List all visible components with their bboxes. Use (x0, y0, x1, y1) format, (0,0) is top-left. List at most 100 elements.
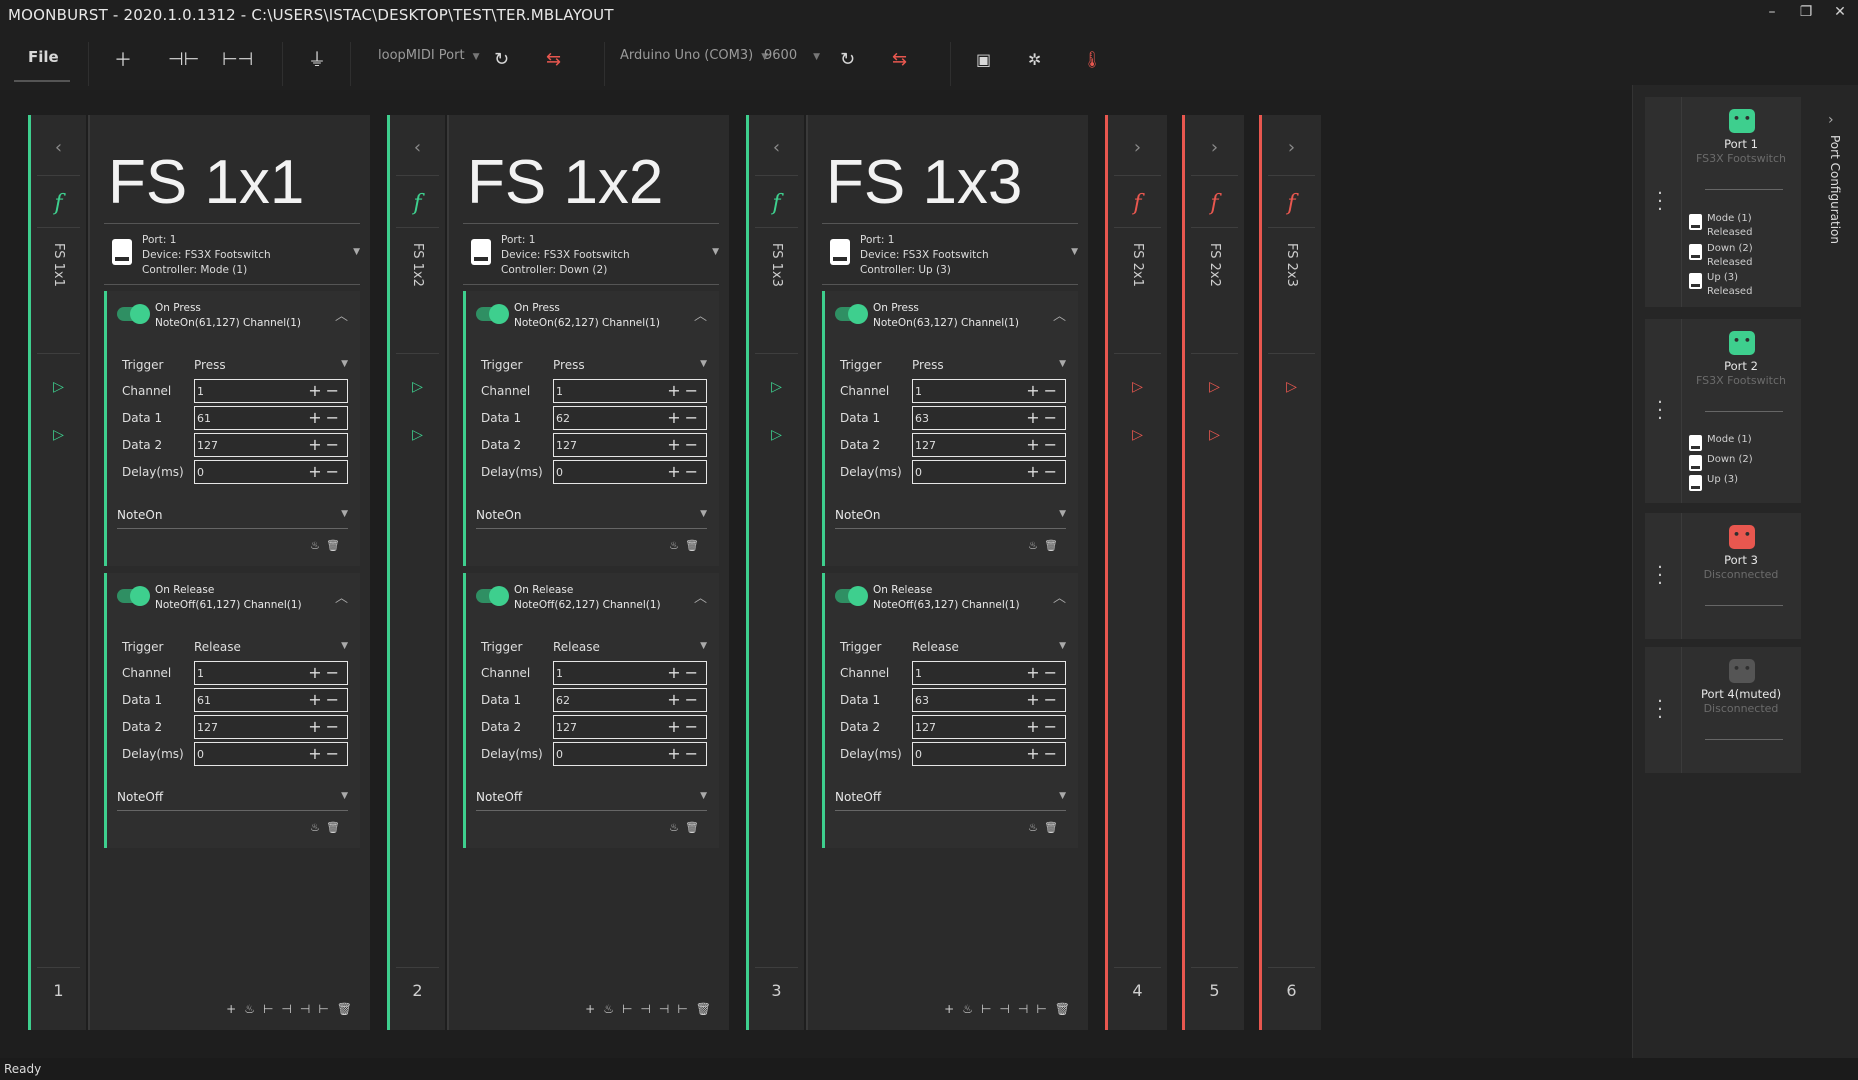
add-icon[interactable]: + (585, 1002, 603, 1016)
chevron-left-icon[interactable]: ‹ (31, 137, 86, 158)
split-icon[interactable]: ⊣⊢ (659, 1002, 696, 1016)
more-vertical-icon[interactable]: · · · (1655, 185, 1665, 219)
action-tools[interactable]: ♨🗑 (669, 821, 705, 834)
fire-icon[interactable]: ♨ (1028, 821, 1044, 834)
play-release-icon[interactable]: ▷ (749, 427, 804, 443)
fire-icon[interactable]: ♨ (244, 1002, 263, 1016)
trash-icon[interactable]: 🗑 (685, 821, 705, 834)
fire-icon[interactable]: ♨ (310, 539, 326, 552)
strip-fs-2x1[interactable]: › f FS 2x1 ▷ ▷ 4 (1105, 115, 1167, 1030)
action-tools[interactable]: ♨🗑 (310, 821, 346, 834)
data1-input[interactable]: 63 +− (912, 406, 1066, 430)
device-select[interactable]: Port: 1 Device: FS3X Footswitch Controller… (822, 231, 1078, 285)
trigger-select[interactable]: Release ▼ (553, 635, 707, 659)
play-press-icon[interactable]: ▷ (749, 379, 804, 395)
plus-minus-icon[interactable]: +− (667, 690, 702, 709)
trash-icon[interactable]: 🗑 (326, 821, 346, 834)
split-icon[interactable]: ⊣⊢ (300, 1002, 337, 1016)
port-configuration-tab[interactable]: Port Configuration (1828, 135, 1842, 244)
plus-minus-icon[interactable]: +− (308, 690, 343, 709)
enable-toggle[interactable] (117, 304, 150, 324)
trigger-select[interactable]: Press ▼ (194, 353, 348, 377)
fire-icon[interactable]: ♨ (962, 1002, 981, 1016)
fit-width-icon[interactable]: ⊢⊣ (263, 1002, 300, 1016)
play-release-icon[interactable]: ▷ (390, 427, 445, 443)
trash-icon[interactable]: 🗑 (337, 1002, 360, 1016)
channel-input[interactable]: 1 +− (553, 661, 707, 685)
plus-minus-icon[interactable]: +− (667, 381, 702, 400)
data2-input[interactable]: 127 +− (553, 433, 707, 457)
channel-input[interactable]: 1 +− (194, 661, 348, 685)
action-tools[interactable]: ♨🗑 (669, 539, 705, 552)
chevron-left-icon[interactable]: ‹ (749, 137, 804, 158)
trigger-select[interactable]: Press ▼ (912, 353, 1066, 377)
add-icon[interactable]: + (944, 1002, 962, 1016)
plus-minus-icon[interactable]: +− (667, 663, 702, 682)
play-press-icon[interactable]: ▷ (1108, 379, 1167, 395)
trash-icon[interactable]: 🗑 (1044, 821, 1064, 834)
trigger-select[interactable]: Release ▼ (194, 635, 348, 659)
panel-footer-tools[interactable]: +♨⊢⊣⊣⊢🗑 (585, 1002, 719, 1016)
play-release-icon[interactable]: ▷ (1108, 427, 1167, 443)
message-type-select[interactable]: NoteOff ▼ (476, 785, 707, 811)
collapse-icon[interactable]: ︿ (694, 587, 707, 606)
collapse-icon[interactable]: ︿ (1053, 305, 1066, 324)
message-type-select[interactable]: NoteOn ▼ (835, 503, 1066, 529)
refresh-icon[interactable]: ↻ (494, 46, 509, 72)
plus-minus-icon[interactable]: +− (1026, 717, 1061, 736)
channel-input[interactable]: 1 +− (553, 379, 707, 403)
action-tools[interactable]: ♨🗑 (1028, 821, 1064, 834)
collapse-icon[interactable]: ︿ (694, 305, 707, 324)
port-card-4[interactable]: ··· Port 4(muted) Disconnected (1645, 647, 1801, 773)
plus-minus-icon[interactable]: +− (1026, 663, 1061, 682)
plus-minus-icon[interactable]: +− (1026, 435, 1061, 454)
add-icon[interactable]: + (226, 1002, 244, 1016)
port-card-3[interactable]: ··· Port 3 Disconnected (1645, 513, 1801, 639)
enable-toggle[interactable] (835, 304, 868, 324)
plus-minus-icon[interactable]: +− (308, 663, 343, 682)
port-card-2[interactable]: ··· Port 2 FS3X Footswitch Mode (1) Down… (1645, 319, 1801, 503)
split-icon[interactable]: ⊣⊢ (1018, 1002, 1055, 1016)
play-press-icon[interactable]: ▷ (1185, 379, 1244, 395)
message-type-select[interactable]: NoteOn ▼ (117, 503, 348, 529)
plus-minus-icon[interactable]: +− (308, 381, 343, 400)
delay-input[interactable]: 0 +− (553, 460, 707, 484)
data2-input[interactable]: 127 +− (194, 433, 348, 457)
strip-fs-2x3[interactable]: › f FS 2x3 ▷ 6 (1259, 115, 1321, 1030)
collapse-icon[interactable]: ︿ (1053, 587, 1066, 606)
message-type-select[interactable]: NoteOn ▼ (476, 503, 707, 529)
collapse-icon[interactable]: ︿ (335, 587, 348, 606)
plus-minus-icon[interactable]: +− (667, 408, 702, 427)
plus-minus-icon[interactable]: +− (308, 435, 343, 454)
enable-toggle[interactable] (476, 586, 509, 606)
fire-icon[interactable]: ♨ (669, 539, 685, 552)
close-button[interactable]: ✕ (1828, 4, 1852, 20)
panel-footer-tools[interactable]: +♨⊢⊣⊣⊢🗑 (944, 1002, 1078, 1016)
action-tools[interactable]: ♨🗑 (1028, 539, 1064, 552)
more-vertical-icon[interactable]: · · · (1655, 693, 1665, 727)
swap-icon[interactable]: ⇆ (892, 46, 907, 72)
enable-toggle[interactable] (835, 586, 868, 606)
enable-toggle[interactable] (476, 304, 509, 324)
fire-icon[interactable]: ♨ (603, 1002, 622, 1016)
chevron-left-icon[interactable]: ‹ (390, 137, 445, 158)
channel-input[interactable]: 1 +− (912, 661, 1066, 685)
device-select[interactable]: Port: 1 Device: FS3X Footswitch Controller… (463, 231, 719, 285)
fit-width-icon[interactable]: ⊢⊣ (222, 46, 253, 72)
message-type-select[interactable]: NoteOff ▼ (117, 785, 348, 811)
delay-input[interactable]: 0 +− (912, 742, 1066, 766)
channel-input[interactable]: 1 +− (194, 379, 348, 403)
plus-minus-icon[interactable]: +− (308, 717, 343, 736)
play-press-icon[interactable]: ▷ (390, 379, 445, 395)
data1-input[interactable]: 62 +− (553, 688, 707, 712)
data1-input[interactable]: 62 +− (553, 406, 707, 430)
plus-minus-icon[interactable]: +− (667, 744, 702, 763)
trash-icon[interactable]: 🗑 (685, 539, 705, 552)
thermometer-icon[interactable]: 🌡 (1082, 46, 1102, 72)
chevron-right-icon[interactable]: › (1828, 112, 1834, 128)
plus-minus-icon[interactable]: +− (1026, 408, 1061, 427)
settings-bug-icon[interactable]: ✲ (1028, 46, 1041, 72)
delay-input[interactable]: 0 +− (194, 460, 348, 484)
trash-icon[interactable]: 🗑 (326, 539, 346, 552)
plus-minus-icon[interactable]: +− (667, 435, 702, 454)
